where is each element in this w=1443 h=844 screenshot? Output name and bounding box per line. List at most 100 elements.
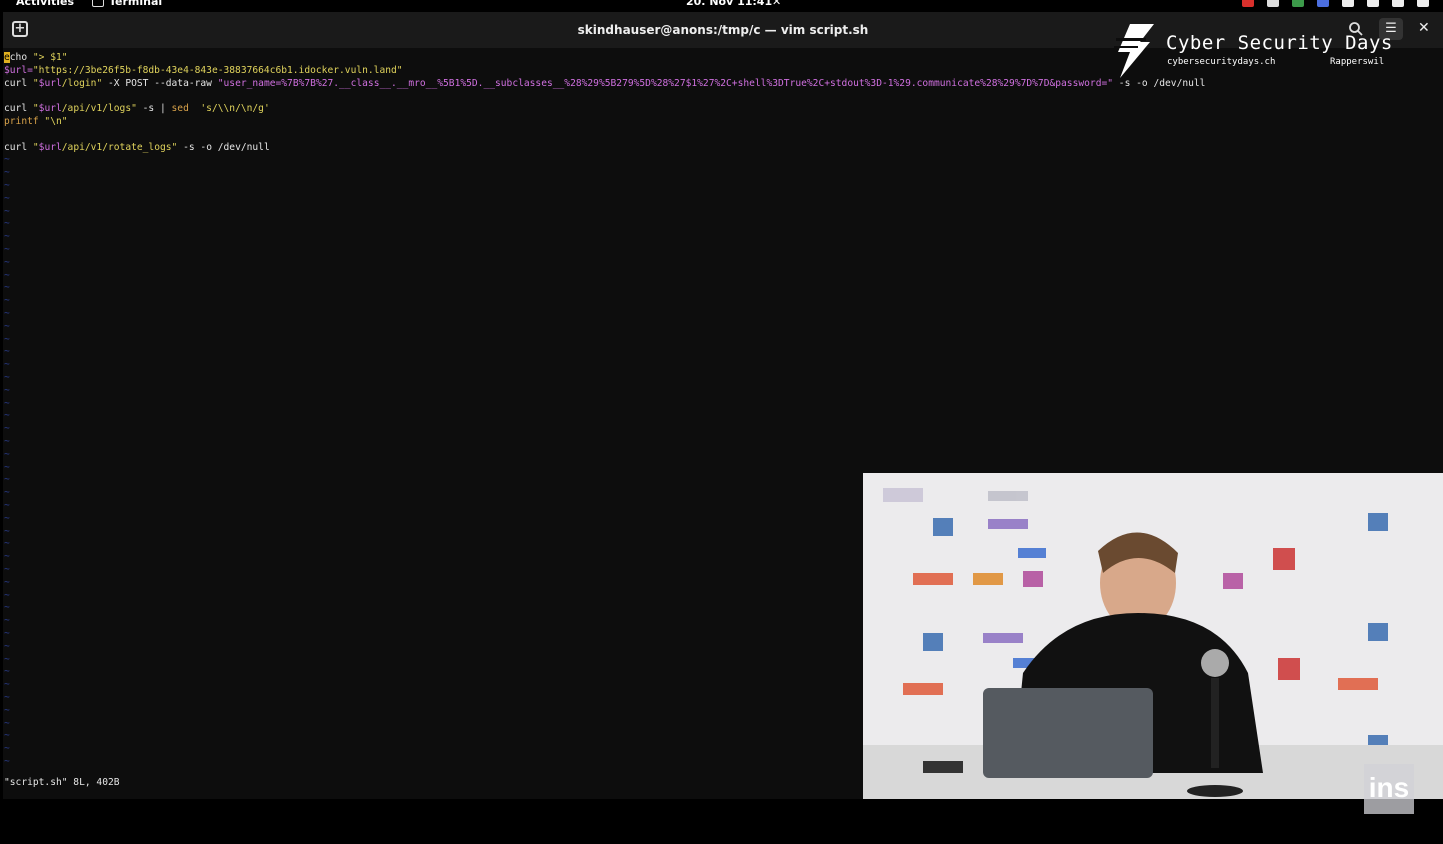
vim-tilde-marker: ~: [4, 692, 10, 703]
vim-tilde-marker: ~: [4, 154, 10, 166]
vim-tilde-marker: ~: [4, 666, 10, 678]
gnome-top-bar: Activities Terminal 20. Nov 11:41 ✕: [0, 0, 1443, 12]
code-token: -s -o /dev/null: [177, 141, 270, 153]
code-line-8: curl "$url/api/v1/rotate_logs" -s -o /de…: [4, 142, 270, 155]
vim-tilde-marker: ~: [4, 551, 10, 563]
vim-tilde-marker: ~: [4, 269, 10, 281]
event-city: Rapperswil: [1330, 57, 1385, 67]
vim-tilde-marker: ~: [4, 500, 10, 511]
code-variable: $url: [38, 103, 62, 115]
code-variable: $url: [38, 77, 62, 89]
app-menu-terminal[interactable]: Terminal: [92, 0, 162, 8]
clock[interactable]: 20. Nov 11:41: [686, 0, 772, 8]
vim-tilde-marker: ~: [4, 679, 10, 691]
vim-tilde-marker: ~: [4, 461, 10, 473]
code-line-6: printf "\n": [4, 116, 68, 129]
vim-tilde-marker: ~: [4, 576, 10, 588]
code-string: "https://3be26f5b-f8db-43e4-843e-3883766…: [32, 64, 403, 76]
vim-tilde-marker: ~: [4, 244, 10, 255]
code-string: /api/v1/logs: [61, 103, 132, 115]
code-token: -X POST --data-raw: [102, 77, 218, 89]
vim-status-line: "script.sh" 8L, 402B: [4, 777, 120, 788]
vim-tilde-marker: ~: [4, 487, 10, 499]
vim-tilde-marker: ~: [4, 372, 10, 383]
vim-tilde-marker: ~: [4, 628, 10, 639]
tray-red-icon[interactable]: [1242, 0, 1254, 7]
vim-tilde-marker: ~: [4, 704, 10, 716]
vim-tilde-marker: ~: [4, 436, 10, 447]
vim-tilde-marker: ~: [4, 538, 10, 550]
vim-tilde-marker: ~: [4, 615, 10, 627]
code-token: curl: [4, 103, 33, 115]
vim-tilde-marker: ~: [4, 743, 10, 755]
vim-tilde-marker: ~: [4, 589, 10, 601]
vim-tilde-marker: ~: [4, 653, 10, 665]
code-keyword: sed: [171, 103, 189, 115]
vim-tilde-marker: ~: [4, 231, 10, 243]
vim-tilde-marker: ~: [4, 423, 10, 435]
vim-tilde-marker: ~: [4, 410, 10, 422]
app-name-label: Terminal: [109, 0, 163, 8]
code-string: "> $1": [32, 52, 68, 63]
vim-tilde-marker: ~: [4, 512, 10, 524]
code-token: curl: [4, 77, 33, 89]
code-token: cho: [9, 52, 33, 63]
code-variable: $url: [38, 141, 62, 153]
activities-button[interactable]: Activities: [16, 0, 74, 8]
close-icon[interactable]: ✕: [1418, 20, 1430, 36]
vim-tilde-marker: ~: [4, 346, 10, 358]
vim-tilde-marker: ~: [4, 218, 10, 230]
code-token: curl: [4, 141, 33, 153]
vim-tilde-marker: ~: [4, 282, 10, 294]
notification-bell-icon[interactable]: ✕: [772, 0, 781, 8]
tray-window-icon[interactable]: [1267, 0, 1279, 7]
code-variable: $url=: [4, 64, 33, 76]
vim-tilde-marker: ~: [4, 320, 10, 332]
vim-tilde-marker: ~: [4, 474, 10, 486]
code-string: 's/\\n/\n/g': [188, 103, 270, 115]
vim-tilde-marker: ~: [4, 167, 10, 179]
code-string: "\n": [38, 116, 68, 127]
code-string: /api/v1/rotate_logs: [61, 141, 172, 153]
vim-tilde-marker: ~: [4, 308, 10, 319]
vim-tilde-marker: ~: [4, 256, 10, 268]
system-tray[interactable]: [1242, 0, 1429, 7]
power-icon[interactable]: [1392, 0, 1404, 7]
code-line-5: curl "$url/api/v1/logs" -s | sed 's/\\n/…: [4, 103, 270, 116]
vim-tilde-marker: ~: [4, 359, 10, 371]
vim-tilde-marker: ~: [4, 640, 10, 652]
volume-icon[interactable]: [1367, 0, 1379, 7]
vim-tilde-marker: ~: [4, 180, 10, 191]
vim-tilde-marker: ~: [4, 333, 10, 345]
event-title: Cyber Security Days: [1166, 32, 1393, 54]
vim-tilde-marker: ~: [4, 525, 10, 537]
terminal-icon: [92, 0, 104, 7]
vim-tilde-marker: ~: [4, 448, 10, 460]
battery-icon[interactable]: [1417, 0, 1429, 7]
vim-tilde-marker: ~: [4, 397, 10, 409]
code-line-1: echo "> $1": [4, 52, 68, 65]
webcam-video-overlay: [863, 473, 1443, 799]
tray-vpn-icon[interactable]: [1317, 0, 1329, 7]
code-string: /login: [61, 77, 97, 89]
vim-tilde-marker: ~: [4, 295, 10, 307]
ins-logo-badge: ins: [1364, 764, 1414, 814]
code-line-3: curl "$url/login" -X POST --data-raw "us…: [4, 78, 1205, 91]
code-token: -s |: [136, 103, 172, 115]
vim-tilde-marker: ~: [4, 205, 10, 217]
code-string: "user_name=%7B%7B%27.__class__.__mro__%5…: [217, 77, 1114, 89]
event-logo-overlay: Cyber Security Days cybersecuritydays.ch…: [1110, 24, 1400, 80]
vim-tilde-marker: ~: [4, 730, 10, 742]
event-url: cybersecuritydays.ch: [1167, 57, 1276, 67]
vim-tilde-marker: ~: [4, 192, 10, 204]
code-keyword: printf: [4, 116, 39, 127]
vim-tilde-marker: ~: [4, 717, 10, 729]
presenter-webcam-image: [863, 473, 1443, 799]
tray-chat-icon[interactable]: [1292, 0, 1304, 7]
vim-tilde-marker: ~: [4, 384, 10, 396]
vim-tilde-marker: ~: [4, 564, 10, 575]
vim-tilde-marker: ~: [4, 602, 10, 614]
network-icon[interactable]: [1342, 0, 1354, 7]
vim-tilde-marker: ~: [4, 756, 10, 767]
code-line-2: $url="https://3be26f5b-f8db-43e4-843e-38…: [4, 65, 403, 78]
